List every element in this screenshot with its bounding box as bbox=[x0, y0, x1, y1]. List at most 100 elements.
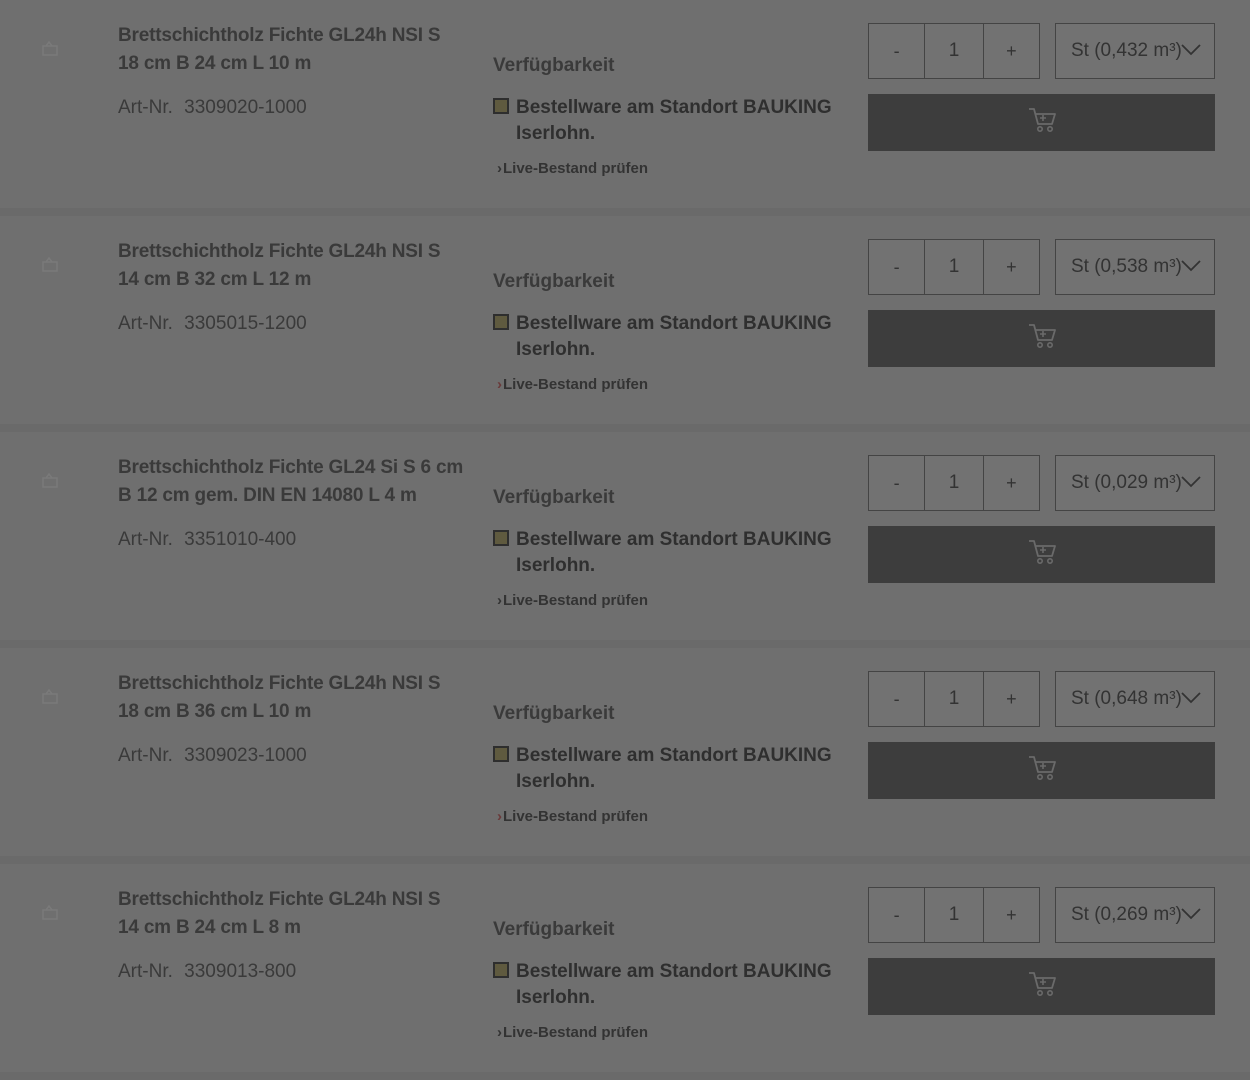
availability-status-icon bbox=[493, 314, 509, 330]
product-title-line2: 18 cm B 24 cm L 10 m bbox=[118, 53, 312, 74]
product-title-line1: Brettschichtholz Fichte GL24h NSI S bbox=[118, 25, 441, 46]
increase-quantity-button[interactable]: + bbox=[984, 888, 1039, 942]
live-stock-link-label: Live-Bestand prüfen bbox=[503, 160, 649, 177]
product-list: Brettschichtholz Fichte GL24h NSI S 18 c… bbox=[0, 0, 1250, 1080]
unit-select-value: St (0,538 m³) bbox=[1071, 256, 1181, 277]
product-title-line1: Brettschichtholz Fichte GL24h NSI S bbox=[118, 673, 441, 694]
product-image-placeholder-icon[interactable] bbox=[40, 254, 62, 276]
availability-text: Bestellware am Standort BAUKING Iserlohn… bbox=[516, 97, 832, 144]
unit-select-value: St (0,432 m³) bbox=[1071, 40, 1181, 61]
decrease-quantity-button[interactable]: - bbox=[869, 24, 924, 78]
product-title[interactable]: Brettschichtholz Fichte GL24h NSI S 14 c… bbox=[118, 886, 478, 942]
availability-status-icon bbox=[493, 530, 509, 546]
quantity-input[interactable]: 1 bbox=[924, 672, 984, 726]
availability-text: Bestellware am Standort BAUKING Iserlohn… bbox=[516, 529, 832, 576]
live-stock-link[interactable]: ›Live-Bestand prüfen bbox=[497, 1024, 648, 1041]
product-image-placeholder-icon[interactable] bbox=[40, 470, 62, 492]
product-row: Brettschichtholz Fichte GL24h NSI S 14 c… bbox=[0, 864, 1250, 1080]
article-number-label: Art-Nr. bbox=[118, 529, 173, 550]
article-number-label: Art-Nr. bbox=[118, 745, 173, 766]
product-title-line1: Brettschichtholz Fichte GL24h NSI S bbox=[118, 889, 441, 910]
add-to-cart-button[interactable] bbox=[868, 310, 1215, 367]
product-title[interactable]: Brettschichtholz Fichte GL24h NSI S 14 c… bbox=[118, 238, 478, 294]
chevron-down-icon bbox=[1180, 43, 1202, 62]
chevron-right-icon: › bbox=[497, 160, 502, 177]
availability-heading: Verfügbarkeit bbox=[493, 487, 615, 508]
chevron-right-icon: › bbox=[497, 1024, 502, 1041]
increase-quantity-button[interactable]: + bbox=[984, 24, 1039, 78]
increase-quantity-button[interactable]: + bbox=[984, 672, 1039, 726]
availability-text: Bestellware am Standort BAUKING Iserlohn… bbox=[516, 961, 832, 1008]
quantity-stepper: - 1 + bbox=[868, 887, 1040, 943]
quantity-input[interactable]: 1 bbox=[924, 24, 984, 78]
unit-select[interactable]: St (0,029 m³) bbox=[1055, 455, 1215, 511]
add-to-cart-button[interactable] bbox=[868, 958, 1215, 1015]
chevron-right-icon: › bbox=[497, 808, 502, 825]
cart-icon bbox=[1026, 322, 1058, 355]
quantity-stepper: - 1 + bbox=[868, 23, 1040, 79]
product-image-placeholder-icon[interactable] bbox=[40, 38, 62, 60]
add-to-cart-button[interactable] bbox=[868, 94, 1215, 151]
availability-status-icon bbox=[493, 746, 509, 762]
product-title-line2: 14 cm B 24 cm L 8 m bbox=[118, 917, 301, 938]
cart-icon bbox=[1026, 970, 1058, 1003]
product-image-placeholder-icon[interactable] bbox=[40, 686, 62, 708]
article-number: Art-Nr. 3351010-400 bbox=[118, 529, 296, 551]
cart-icon bbox=[1026, 754, 1058, 787]
product-title-line2: 14 cm B 32 cm L 12 m bbox=[118, 269, 312, 290]
unit-select[interactable]: St (0,648 m³) bbox=[1055, 671, 1215, 727]
availability-text: Bestellware am Standort BAUKING Iserlohn… bbox=[516, 313, 832, 360]
product-row: Brettschichtholz Fichte GL24h NSI S 18 c… bbox=[0, 648, 1250, 864]
cart-icon bbox=[1026, 106, 1058, 139]
chevron-down-icon bbox=[1180, 691, 1202, 710]
chevron-right-icon: › bbox=[497, 592, 502, 609]
decrease-quantity-button[interactable]: - bbox=[869, 240, 924, 294]
availability-text: Bestellware am Standort BAUKING Iserlohn… bbox=[516, 745, 832, 792]
increase-quantity-button[interactable]: + bbox=[984, 456, 1039, 510]
quantity-stepper: - 1 + bbox=[868, 239, 1040, 295]
product-title-line2: B 12 cm gem. DIN EN 14080 L 4 m bbox=[118, 485, 417, 506]
decrease-quantity-button[interactable]: - bbox=[869, 888, 924, 942]
quantity-input[interactable]: 1 bbox=[924, 888, 984, 942]
chevron-right-icon: › bbox=[497, 376, 502, 393]
quantity-input[interactable]: 1 bbox=[924, 456, 984, 510]
product-title[interactable]: Brettschichtholz Fichte GL24h NSI S 18 c… bbox=[118, 22, 478, 78]
availability-status-icon bbox=[493, 98, 509, 114]
product-title[interactable]: Brettschichtholz Fichte GL24h NSI S 18 c… bbox=[118, 670, 478, 726]
availability-status-icon bbox=[493, 962, 509, 978]
unit-select[interactable]: St (0,432 m³) bbox=[1055, 23, 1215, 79]
product-title-line1: Brettschichtholz Fichte GL24 Si S 6 cm bbox=[118, 457, 464, 478]
live-stock-link[interactable]: ›Live-Bestand prüfen bbox=[497, 160, 648, 177]
quantity-stepper: - 1 + bbox=[868, 671, 1040, 727]
unit-select-value: St (0,029 m³) bbox=[1071, 472, 1181, 493]
product-image-placeholder-icon[interactable] bbox=[40, 902, 62, 924]
increase-quantity-button[interactable]: + bbox=[984, 240, 1039, 294]
article-number-label: Art-Nr. bbox=[118, 313, 173, 334]
article-number: Art-Nr. 3305015-1200 bbox=[118, 313, 307, 335]
decrease-quantity-button[interactable]: - bbox=[869, 456, 924, 510]
article-number-value: 3305015-1200 bbox=[184, 313, 307, 334]
product-title-line2: 18 cm B 36 cm L 10 m bbox=[118, 701, 312, 722]
live-stock-link-label: Live-Bestand prüfen bbox=[503, 592, 649, 609]
live-stock-link[interactable]: ›Live-Bestand prüfen bbox=[497, 376, 648, 393]
unit-select[interactable]: St (0,269 m³) bbox=[1055, 887, 1215, 943]
live-stock-link[interactable]: ›Live-Bestand prüfen bbox=[497, 592, 648, 609]
live-stock-link-label: Live-Bestand prüfen bbox=[503, 1024, 649, 1041]
unit-select-value: St (0,269 m³) bbox=[1071, 904, 1181, 925]
add-to-cart-button[interactable] bbox=[868, 526, 1215, 583]
availability-heading: Verfügbarkeit bbox=[493, 703, 615, 724]
live-stock-link[interactable]: ›Live-Bestand prüfen bbox=[497, 808, 648, 825]
chevron-down-icon bbox=[1180, 907, 1202, 926]
unit-select[interactable]: St (0,538 m³) bbox=[1055, 239, 1215, 295]
decrease-quantity-button[interactable]: - bbox=[869, 672, 924, 726]
product-title-line1: Brettschichtholz Fichte GL24h NSI S bbox=[118, 241, 441, 262]
availability-heading: Verfügbarkeit bbox=[493, 919, 615, 940]
article-number-value: 3351010-400 bbox=[184, 529, 297, 550]
cart-icon bbox=[1026, 538, 1058, 571]
product-title[interactable]: Brettschichtholz Fichte GL24 Si S 6 cm B… bbox=[118, 454, 478, 510]
quantity-input[interactable]: 1 bbox=[924, 240, 984, 294]
article-number-label: Art-Nr. bbox=[118, 961, 173, 982]
product-row: Brettschichtholz Fichte GL24 Si S 6 cm B… bbox=[0, 432, 1250, 648]
add-to-cart-button[interactable] bbox=[868, 742, 1215, 799]
quantity-stepper: - 1 + bbox=[868, 455, 1040, 511]
